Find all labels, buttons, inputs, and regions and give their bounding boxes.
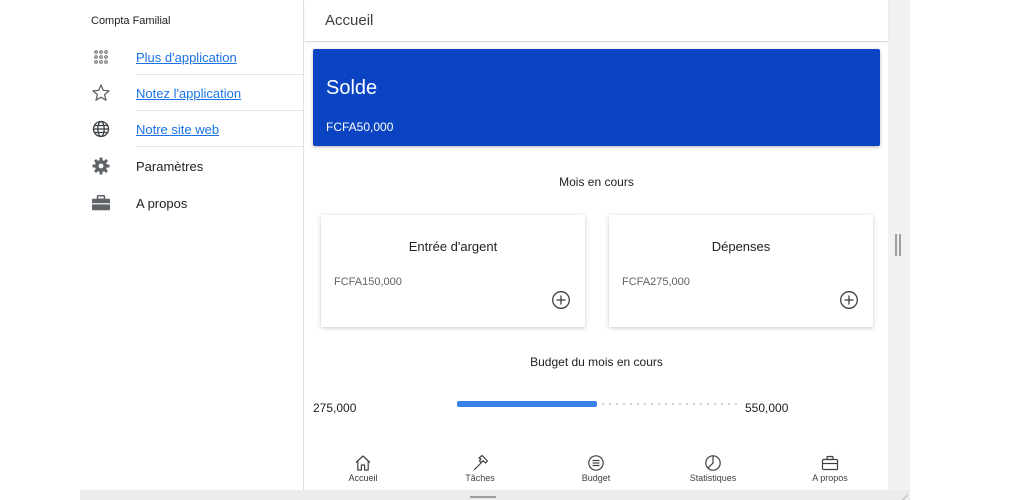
bottom-navigation: Accueil Tâches Budget Statistiques A pro… <box>305 448 888 490</box>
list-circle-icon <box>588 455 604 471</box>
pie-chart-icon <box>705 455 721 471</box>
globe-icon <box>91 119 111 139</box>
sidebar: Compta Familial Plus d'application Notez… <box>80 0 304 490</box>
budget-remaining-dot <box>643 402 647 406</box>
briefcase-icon <box>821 455 839 471</box>
hammer-icon <box>473 454 489 471</box>
budget-remaining-dot <box>727 402 731 406</box>
nav-about[interactable]: A propos <box>780 448 880 490</box>
budget-remaining-dot <box>664 402 668 406</box>
budget-title: Budget du mois en cours <box>530 355 663 369</box>
plus-circle-icon <box>552 291 570 309</box>
budget-spent: 275,000 <box>313 401 357 415</box>
sidebar-item-about[interactable]: A propos <box>80 185 304 221</box>
expenses-value: FCFA275,000 <box>622 276 690 288</box>
add-expense-button[interactable] <box>839 290 859 310</box>
sidebar-item-more-apps[interactable]: Plus d'application <box>80 39 304 75</box>
budget-progress-bar <box>457 401 737 407</box>
budget-remaining-dot <box>636 402 640 406</box>
budget-remaining-dot <box>622 402 626 406</box>
sidebar-item-website[interactable]: Notre site web <box>80 111 304 147</box>
main-content: Accueil Solde FCFA50,000 Mois en cours E… <box>305 0 888 490</box>
app-name: Compta Familial <box>91 15 171 27</box>
nav-label: Statistiques <box>689 473 737 483</box>
income-title: Entrée d'argent <box>408 239 498 254</box>
resize-handle-vertical[interactable] <box>895 234 901 256</box>
budget-remaining-dot <box>601 402 605 406</box>
budget-remaining-dot <box>706 402 710 406</box>
budget-total: 550,000 <box>745 401 789 415</box>
budget-remaining-dot <box>629 402 633 406</box>
budget-remaining-dot <box>671 402 675 406</box>
apps-grid-icon <box>91 47 111 67</box>
expenses-card: Dépenses FCFA275,000 <box>609 215 873 327</box>
nav-home[interactable]: Accueil <box>313 448 413 490</box>
income-card: Entrée d'argent FCFA150,000 <box>321 215 585 327</box>
add-income-button[interactable] <box>551 290 571 310</box>
sidebar-item-rate-app[interactable]: Notez l'application <box>80 75 304 111</box>
nav-label: A propos <box>812 473 848 483</box>
budget-remaining-dot <box>650 402 654 406</box>
budget-remaining-dot <box>692 402 696 406</box>
budget-remaining-dot <box>720 402 724 406</box>
budget-remaining-dot <box>699 402 703 406</box>
home-icon <box>355 455 371 471</box>
budget-remaining-dot <box>657 402 661 406</box>
plus-circle-icon <box>840 291 858 309</box>
budget-remaining-dot <box>713 402 717 406</box>
nav-tasks[interactable]: Tâches <box>430 448 530 490</box>
sidebar-item-label[interactable]: Notre site web <box>136 122 219 137</box>
budget-remaining-dot <box>678 402 682 406</box>
gear-icon <box>91 156 111 176</box>
nav-label: Budget <box>581 473 611 483</box>
budget-remaining-dot <box>734 402 737 406</box>
app-bar: Accueil <box>305 0 888 42</box>
resize-handle-horizontal[interactable] <box>470 496 496 498</box>
window-bottom-edge <box>80 490 910 500</box>
budget-remaining-dot <box>685 402 689 406</box>
expenses-title: Dépenses <box>711 239 771 254</box>
nav-label: Accueil <box>348 473 378 483</box>
income-value: FCFA150,000 <box>334 276 402 288</box>
page-title: Accueil <box>325 12 374 29</box>
nav-label: Tâches <box>465 473 495 483</box>
budget-remaining-dot <box>615 402 619 406</box>
divider <box>136 146 304 147</box>
briefcase-icon <box>91 193 111 213</box>
star-icon <box>91 83 111 103</box>
sidebar-item-settings[interactable]: Paramètres <box>80 148 304 184</box>
balance-card: Solde FCFA50,000 <box>313 49 880 146</box>
balance-title: Solde <box>326 77 378 99</box>
sidebar-item-label: A propos <box>136 195 188 211</box>
nav-budget[interactable]: Budget <box>546 448 646 490</box>
current-month-title: Mois en cours <box>559 175 634 189</box>
balance-value: FCFA50,000 <box>326 120 394 134</box>
budget-progress-fill <box>457 401 597 407</box>
sidebar-item-label[interactable]: Notez l'application <box>136 86 241 101</box>
sidebar-item-label[interactable]: Plus d'application <box>136 50 237 65</box>
nav-statistics[interactable]: Statistiques <box>663 448 763 490</box>
budget-remaining-dot <box>608 402 612 406</box>
sidebar-item-label: Paramètres <box>136 158 204 174</box>
